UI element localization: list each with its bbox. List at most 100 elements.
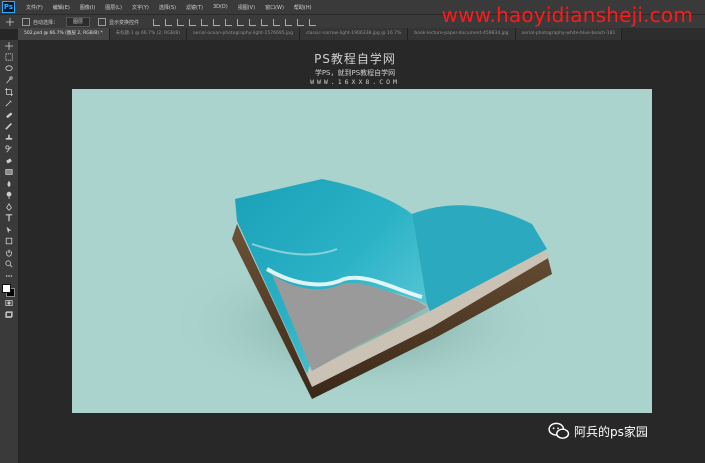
tab-document[interactable]: 未标题-1 @ 66.7% (2, RGB/8): [109, 28, 187, 40]
pen-tool[interactable]: [0, 201, 18, 213]
blur-icon: [7, 180, 11, 187]
foreground-color[interactable]: [2, 283, 11, 293]
site-watermark: www.haoyidiansheji.com: [441, 3, 693, 27]
show-transform-checkbox[interactable]: [98, 18, 107, 26]
show-transform-option[interactable]: 显示变换控件: [98, 18, 139, 26]
more-icon: [5, 274, 13, 277]
auto-select-label: 自动选择：: [33, 19, 59, 26]
crop-icon: [5, 87, 13, 96]
move-icon: [5, 41, 13, 50]
distribute-right-icon[interactable]: [285, 18, 293, 26]
tutorial-watermark-title: PS教程自学网: [314, 52, 396, 66]
quick-select-icon: [6, 76, 13, 84]
wechat-watermark: 阿兵的ps家园: [548, 422, 648, 440]
color-swatches[interactable]: [0, 282, 18, 298]
distribute-hcenter-icon[interactable]: [273, 18, 281, 26]
menu-image[interactable]: 图像(I): [75, 4, 100, 11]
document-tabs: 502.psd @ 66.7% (图层 2, RGB/8) * 未标题-1 @ …: [18, 28, 705, 40]
eyedropper-tool[interactable]: [0, 98, 18, 110]
photoshop-logo: Ps: [2, 1, 15, 13]
healing-icon: [6, 112, 13, 118]
dodge-tool[interactable]: [0, 190, 18, 202]
distribute-left-icon[interactable]: [261, 18, 269, 26]
menu-help[interactable]: 帮助(H): [289, 4, 317, 11]
tab-document[interactable]: classic-narrow-light-1906338.jpg @ 16.7%: [299, 28, 409, 40]
move-tool-indicator: [6, 18, 14, 26]
auto-align-icon[interactable]: [297, 18, 305, 26]
lasso-tool[interactable]: [0, 63, 18, 75]
gradient-tool[interactable]: [0, 167, 18, 179]
move-tool[interactable]: [0, 40, 18, 52]
history-brush-tool[interactable]: [0, 144, 18, 156]
history-brush-icon: [5, 145, 12, 153]
brush-icon: [5, 123, 12, 131]
gradient-icon: [5, 169, 13, 176]
distribute-top-icon[interactable]: [225, 18, 233, 26]
dodge-icon: [6, 192, 12, 200]
path-select-tool[interactable]: [0, 224, 18, 236]
brush-tool[interactable]: [0, 121, 18, 133]
type-icon: [5, 214, 13, 222]
healing-tool[interactable]: [0, 109, 18, 121]
menu-view[interactable]: 视图(V): [233, 4, 260, 11]
tab-active-document[interactable]: 502.psd @ 66.7% (图层 2, RGB/8) *: [18, 28, 110, 40]
distribute-bottom-icon[interactable]: [249, 18, 257, 26]
quick-mask-icon: [5, 300, 13, 307]
tutorial-watermark-subtitle: 学PS，就到PS教程自学网: [314, 69, 396, 77]
quick-select-tool[interactable]: [0, 75, 18, 87]
crop-tool[interactable]: [0, 86, 18, 98]
shape-tool[interactable]: [0, 236, 18, 248]
menu-select[interactable]: 选择(S): [154, 4, 181, 11]
more-tools[interactable]: [0, 270, 18, 282]
marquee-tool[interactable]: [0, 52, 18, 64]
auto-select-dropdown[interactable]: 图层: [66, 17, 91, 27]
screen-mode-button[interactable]: [0, 309, 18, 321]
lasso-icon: [5, 65, 13, 71]
menu-file[interactable]: 文件(F): [21, 4, 48, 11]
eraser-tool[interactable]: [0, 155, 18, 167]
tab-document[interactable]: book-lecture-paper-document-459834.jpg: [408, 28, 516, 40]
menu-3d[interactable]: 3D(D): [208, 4, 233, 10]
auto-select-checkbox[interactable]: [22, 18, 30, 26]
tab-document[interactable]: aerial-photography-white-blue-beach-181: [515, 28, 623, 40]
stamp-icon: [5, 134, 13, 140]
open-book-illustration: [162, 179, 562, 404]
align-left-icon[interactable]: [189, 18, 197, 26]
show-transform-label: 显示变换控件: [109, 19, 140, 26]
eraser-icon: [6, 158, 12, 164]
hand-icon: [6, 249, 12, 257]
stamp-tool[interactable]: [0, 132, 18, 144]
hand-tool[interactable]: [0, 247, 18, 259]
screen-mode-icon: [5, 311, 13, 318]
shape-icon: [5, 238, 13, 245]
blur-tool[interactable]: [0, 178, 18, 190]
menu-type[interactable]: 文字(Y): [127, 4, 154, 11]
type-tool[interactable]: [0, 213, 18, 225]
tab-document[interactable]: aerial-ocean-photography-light-1576695.j…: [186, 28, 300, 40]
align-top-icon[interactable]: [153, 18, 161, 26]
document-canvas[interactable]: [72, 89, 652, 413]
wechat-icon: [548, 422, 570, 439]
distribute-vcenter-icon[interactable]: [237, 18, 245, 26]
align-buttons: [153, 18, 317, 26]
zoom-icon: [5, 260, 13, 268]
3d-mode-icon[interactable]: [309, 18, 317, 26]
pen-icon: [6, 202, 12, 211]
menu-filter[interactable]: 滤镜(T): [181, 4, 208, 11]
marquee-icon: [5, 53, 13, 61]
zoom-tool[interactable]: [0, 259, 18, 271]
tutorial-watermark: PS教程自学网 学PS，就到PS教程自学网 WWW.16XX8.COM: [300, 50, 410, 86]
menu-window[interactable]: 窗口(W): [260, 4, 289, 11]
tutorial-watermark-url: WWW.16XX8.COM: [310, 78, 400, 86]
move-icon: [6, 18, 14, 26]
menu-layer[interactable]: 图层(L): [100, 4, 127, 11]
wechat-account-name: 阿兵的ps家园: [574, 424, 648, 439]
align-hcenter-icon[interactable]: [201, 18, 209, 26]
menu-edit[interactable]: 编辑(E): [48, 4, 75, 11]
tools-panel: [0, 40, 19, 463]
quick-mask-button[interactable]: [0, 298, 18, 310]
align-right-icon[interactable]: [213, 18, 221, 26]
align-vcenter-icon[interactable]: [165, 18, 173, 26]
auto-select-option[interactable]: 自动选择：: [22, 18, 58, 26]
align-bottom-icon[interactable]: [177, 18, 185, 26]
